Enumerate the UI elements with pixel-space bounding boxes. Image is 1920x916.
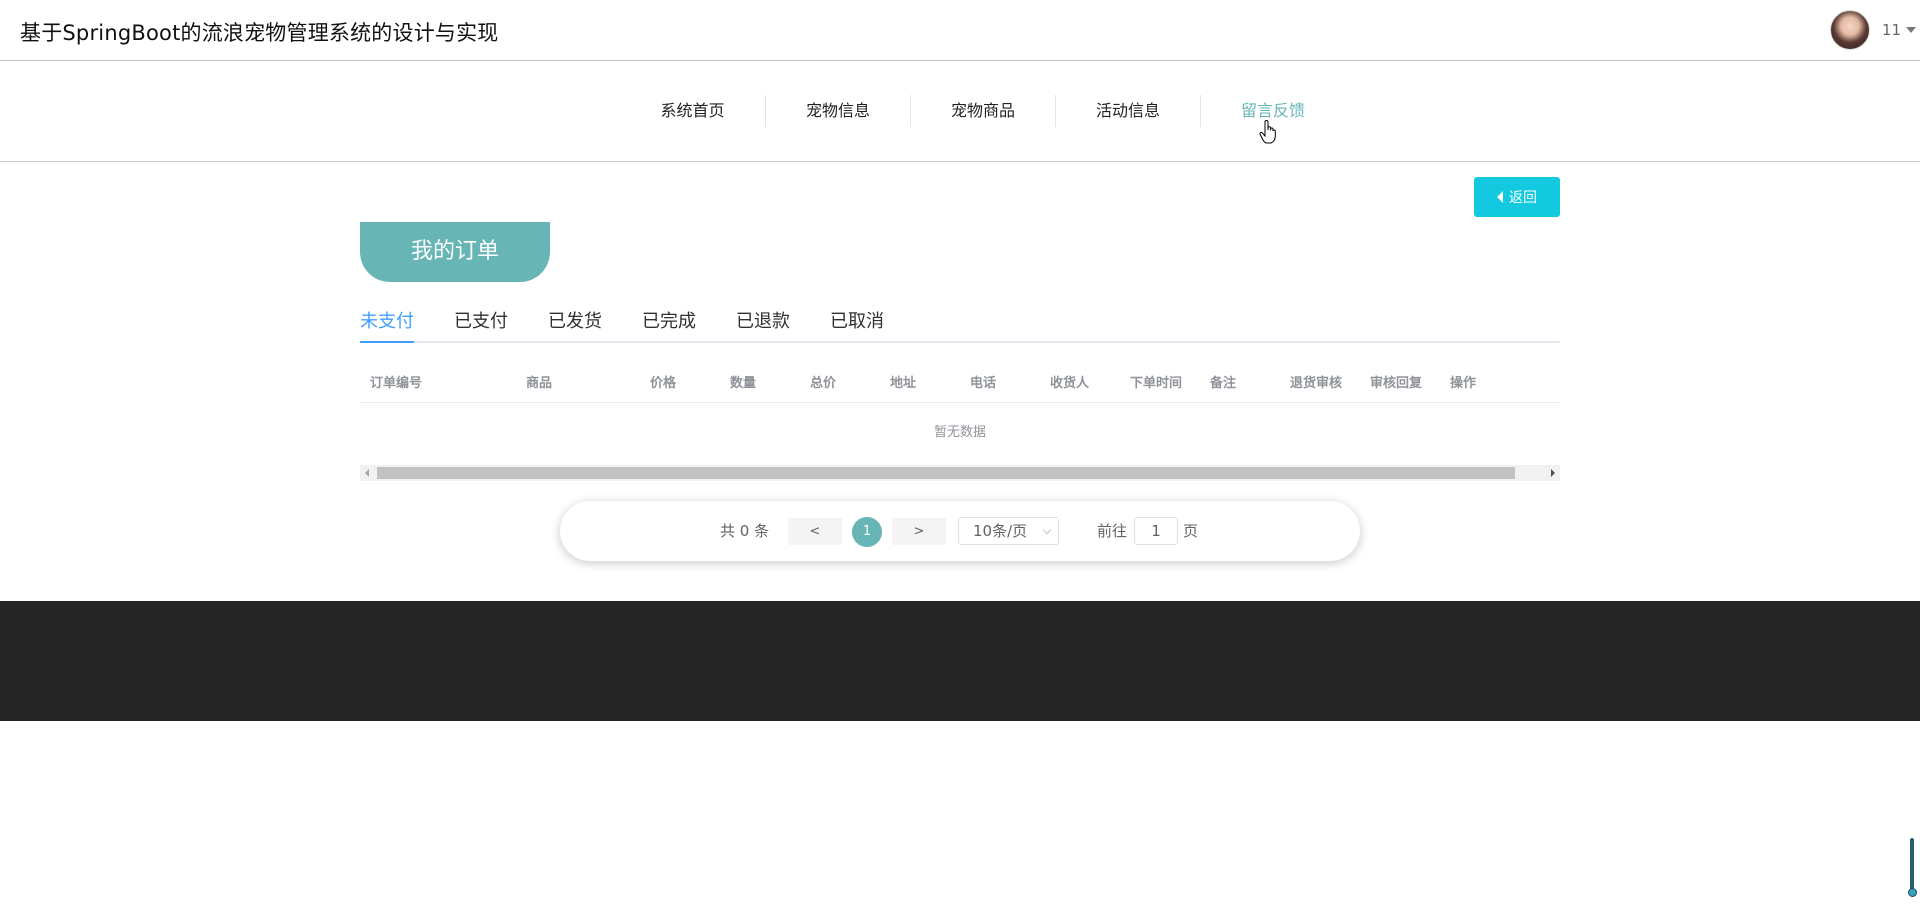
- back-button-label: 返回: [1509, 190, 1537, 206]
- column-header: 地址: [890, 376, 917, 391]
- scroll-right-icon[interactable]: [1551, 469, 1555, 477]
- column-header: 商品: [526, 376, 553, 391]
- column-header: 总价: [810, 376, 837, 391]
- page-title: 我的订单: [360, 222, 550, 282]
- goto-page-suffix: 页: [1183, 522, 1199, 540]
- page-number-current[interactable]: 1: [852, 517, 882, 547]
- tab-shipped[interactable]: 已发货: [548, 309, 602, 341]
- page-size-select[interactable]: 10条/页: [958, 517, 1059, 545]
- column-header: 审核回复: [1370, 376, 1423, 391]
- pagination-total: 共 0 条: [720, 522, 770, 540]
- caret-down-icon[interactable]: [1906, 27, 1916, 33]
- nav-item-activities[interactable]: 活动信息: [1055, 95, 1200, 127]
- page-footer: [0, 601, 1920, 721]
- nav-item-pet-info[interactable]: 宠物信息: [765, 95, 910, 127]
- prev-page-button[interactable]: <: [788, 518, 842, 545]
- hand-cursor-icon: [1259, 120, 1276, 144]
- thermometer-icon: [1908, 838, 1917, 898]
- column-header: 下单时间: [1130, 376, 1183, 391]
- table-empty-text: 暂无数据: [933, 425, 986, 440]
- tab-unpaid[interactable]: 未支付: [360, 309, 414, 341]
- caret-left-icon: [1497, 191, 1503, 203]
- next-page-button[interactable]: >: [892, 518, 946, 545]
- column-header: 价格: [650, 376, 677, 391]
- site-title: 基于SpringBoot的流浪宠物管理系统的设计与实现: [20, 21, 499, 45]
- goto-label: 前往: [1097, 522, 1128, 540]
- active-tab-indicator: [360, 341, 414, 343]
- back-button[interactable]: 返回: [1474, 177, 1560, 217]
- goto-page-input[interactable]: [1134, 517, 1178, 545]
- order-status-tabs: 未支付 已支付 已发货 已完成 已退款 已取消: [360, 309, 1560, 343]
- table-horizontal-scrollbar[interactable]: [360, 465, 1560, 481]
- main-nav: 系统首页 宠物信息 宠物商品 活动信息 留言反馈: [0, 62, 1920, 162]
- avatar[interactable]: [1829, 10, 1870, 50]
- column-header: 操作: [1450, 376, 1477, 391]
- nav-items: 系统首页 宠物信息 宠物商品 活动信息 留言反馈: [620, 95, 1345, 127]
- tab-cancelled[interactable]: 已取消: [830, 309, 884, 341]
- column-header: 退货审核: [1290, 376, 1343, 391]
- table-header: 订单编号 商品 价格 数量 总价 地址 电话 收货人 下单时间 备注 退货审核 …: [360, 360, 1560, 403]
- column-header: 电话: [970, 376, 997, 391]
- tab-paid[interactable]: 已支付: [454, 309, 508, 341]
- nav-item-home[interactable]: 系统首页: [620, 95, 765, 127]
- page-size-value: 10条/页: [973, 522, 1028, 540]
- column-header: 备注: [1210, 376, 1237, 391]
- chevron-down-icon: [1042, 525, 1052, 535]
- nav-item-pet-goods[interactable]: 宠物商品: [910, 95, 1055, 127]
- tab-refunded[interactable]: 已退款: [736, 309, 790, 341]
- column-header: 订单编号: [370, 376, 423, 391]
- column-header: 收货人: [1050, 376, 1090, 391]
- orders-table: 订单编号 商品 价格 数量 总价 地址 电话 收货人 下单时间 备注 退货审核 …: [360, 360, 1560, 463]
- tab-completed[interactable]: 已完成: [642, 309, 696, 341]
- column-header: 数量: [730, 376, 757, 391]
- top-header: 基于SpringBoot的流浪宠物管理系统的设计与实现 11: [0, 0, 1920, 61]
- scrollbar-thumb[interactable]: [377, 467, 1515, 479]
- pagination: 共 0 条 < 1 > 10条/页 前往 页: [560, 501, 1360, 561]
- scroll-left-icon[interactable]: [365, 469, 369, 477]
- user-menu[interactable]: 11: [1829, 10, 1920, 50]
- username[interactable]: 11: [1882, 21, 1901, 39]
